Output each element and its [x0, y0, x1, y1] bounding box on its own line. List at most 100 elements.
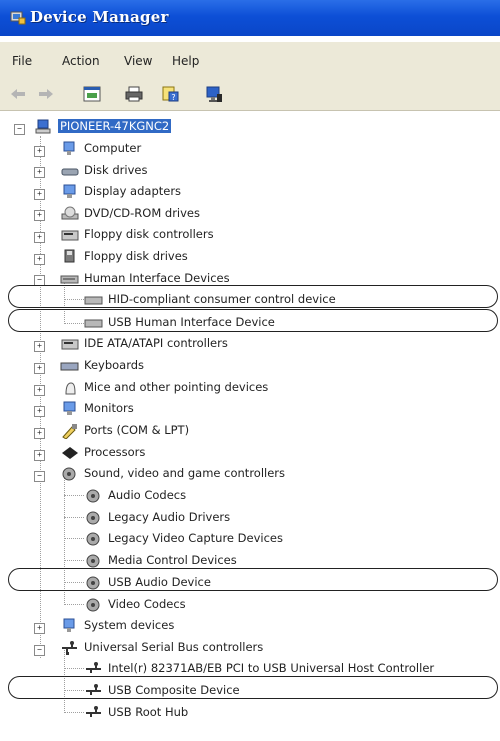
category-floppy-drives[interactable]: Floppy disk drives	[60, 246, 188, 266]
usb-icon	[86, 661, 101, 673]
category-floppy-controllers[interactable]: Floppy disk controllers	[60, 224, 214, 244]
category-usb-controllers[interactable]: Universal Serial Bus controllers	[60, 637, 263, 657]
floppy-icon	[64, 249, 75, 262]
port-icon	[62, 423, 77, 439]
category-sound-video[interactable]: Sound, video and game controllers	[60, 463, 285, 483]
expand-toggle[interactable]: +	[34, 450, 45, 461]
svg-text:?: ?	[171, 93, 175, 102]
category-display-adapters[interactable]: Display adapters	[60, 181, 181, 201]
category-label: Universal Serial Bus controllers	[84, 640, 264, 654]
expand-toggle[interactable]: +	[34, 363, 45, 374]
collapse-toggle[interactable]: −	[34, 645, 45, 656]
device-manager-icon	[10, 11, 26, 25]
category-label: DVD/CD-ROM drives	[84, 206, 200, 220]
device-label: Intel(r) 82371AB/EB PCI to USB Universal…	[108, 661, 435, 675]
collapse-toggle[interactable]: −	[34, 471, 45, 482]
device-tree[interactable]: − PIONEER-47KGNC2 + Computer + Disk driv…	[0, 112, 500, 741]
category-monitors[interactable]: Monitors	[60, 398, 134, 418]
category-dvd-cd-rom[interactable]: DVD/CD-ROM drives	[60, 203, 200, 223]
mouse-icon	[65, 381, 76, 394]
device-manager-window: Device Manager File Action View Help ? −…	[0, 0, 500, 741]
expand-toggle[interactable]: +	[34, 341, 45, 352]
category-disk-drives[interactable]: Disk drives	[60, 160, 147, 180]
category-label: Display adapters	[84, 184, 182, 198]
category-label: Disk drives	[84, 163, 148, 177]
device-label: Media Control Devices	[108, 553, 237, 567]
menu-file[interactable]: File	[12, 54, 32, 68]
category-system-devices[interactable]: System devices	[60, 615, 174, 635]
category-keyboards[interactable]: Keyboards	[60, 355, 144, 375]
computer-icon	[63, 141, 75, 155]
controller-icon	[61, 230, 79, 240]
category-label: Sound, video and game controllers	[84, 466, 286, 480]
monitor-icon	[63, 401, 76, 415]
expand-toggle[interactable]: +	[34, 189, 45, 200]
device-audio-codecs[interactable]: Audio Codecs	[84, 485, 186, 505]
device-legacy-video[interactable]: Legacy Video Capture Devices	[84, 528, 283, 548]
category-label: Floppy disk controllers	[84, 227, 214, 241]
category-ports[interactable]: Ports (COM & LPT)	[60, 420, 189, 440]
sound-icon	[86, 554, 100, 567]
expand-toggle[interactable]: +	[34, 210, 45, 221]
device-video-codecs[interactable]: Video Codecs	[84, 594, 186, 614]
disk-drive-icon	[61, 168, 79, 175]
root-label: PIONEER-47KGNC2	[58, 119, 172, 133]
computer-icon	[35, 119, 51, 133]
controller-icon	[61, 339, 79, 349]
usb-icon	[86, 705, 101, 717]
device-legacy-audio[interactable]: Legacy Audio Drivers	[84, 507, 230, 527]
title-bar[interactable]: Device Manager	[0, 0, 500, 36]
category-label: Mice and other pointing devices	[84, 380, 269, 394]
forward-icon[interactable]	[36, 84, 56, 104]
menu-view[interactable]: View	[124, 54, 152, 68]
toolbar: ?	[0, 78, 500, 111]
expand-toggle[interactable]: +	[34, 623, 45, 634]
annotation-outline	[8, 285, 498, 308]
usb-icon	[62, 640, 77, 655]
category-label: Floppy disk drives	[84, 249, 188, 263]
properties-icon[interactable]	[82, 84, 102, 104]
annotation-outline	[8, 568, 498, 591]
category-label: System devices	[84, 618, 175, 632]
device-media-control[interactable]: Media Control Devices	[84, 550, 237, 570]
annotation-outline	[8, 309, 498, 332]
category-computer[interactable]: Computer	[60, 138, 141, 158]
window-title: Device Manager	[30, 8, 169, 26]
monitor-icon[interactable]	[204, 84, 224, 104]
tree-root[interactable]: PIONEER-47KGNC2	[34, 116, 172, 136]
expand-toggle[interactable]: +	[34, 254, 45, 265]
category-ide-ata[interactable]: IDE ATA/ATAPI controllers	[60, 333, 228, 353]
expand-toggle[interactable]: +	[34, 167, 45, 178]
help-icon[interactable]: ?	[160, 84, 180, 104]
sound-icon	[86, 511, 100, 524]
keyboard-icon	[60, 362, 79, 370]
device-usb-root-hub[interactable]: USB Root Hub	[84, 702, 188, 722]
expand-toggle[interactable]: +	[34, 428, 45, 439]
monitor-icon	[63, 184, 76, 198]
category-label: Processors	[84, 445, 146, 459]
menu-bar: File Action View Help	[0, 42, 500, 78]
collapse-toggle[interactable]: −	[14, 124, 25, 135]
expand-toggle[interactable]: +	[34, 146, 45, 157]
processor-icon	[62, 446, 78, 459]
menu-help[interactable]: Help	[172, 54, 199, 68]
expand-toggle[interactable]: +	[34, 406, 45, 417]
menu-action[interactable]: Action	[62, 54, 100, 68]
expand-toggle[interactable]: +	[34, 232, 45, 243]
category-label: Monitors	[84, 401, 134, 415]
computer-icon	[63, 618, 75, 632]
sound-icon	[62, 467, 76, 480]
device-label: Video Codecs	[108, 597, 186, 611]
category-label: Human Interface Devices	[84, 271, 230, 285]
category-mice[interactable]: Mice and other pointing devices	[60, 377, 268, 397]
device-label: Legacy Video Capture Devices	[108, 531, 283, 545]
category-label: IDE ATA/ATAPI controllers	[84, 336, 228, 350]
category-label: Computer	[84, 141, 142, 155]
expand-toggle[interactable]: +	[34, 385, 45, 396]
annotation-outline	[8, 676, 498, 699]
category-processors[interactable]: Processors	[60, 442, 145, 462]
back-icon[interactable]	[8, 84, 28, 104]
print-icon[interactable]	[124, 84, 144, 104]
cd-drive-icon	[61, 206, 79, 219]
device-intel-usb-host[interactable]: Intel(r) 82371AB/EB PCI to USB Universal…	[84, 658, 434, 678]
